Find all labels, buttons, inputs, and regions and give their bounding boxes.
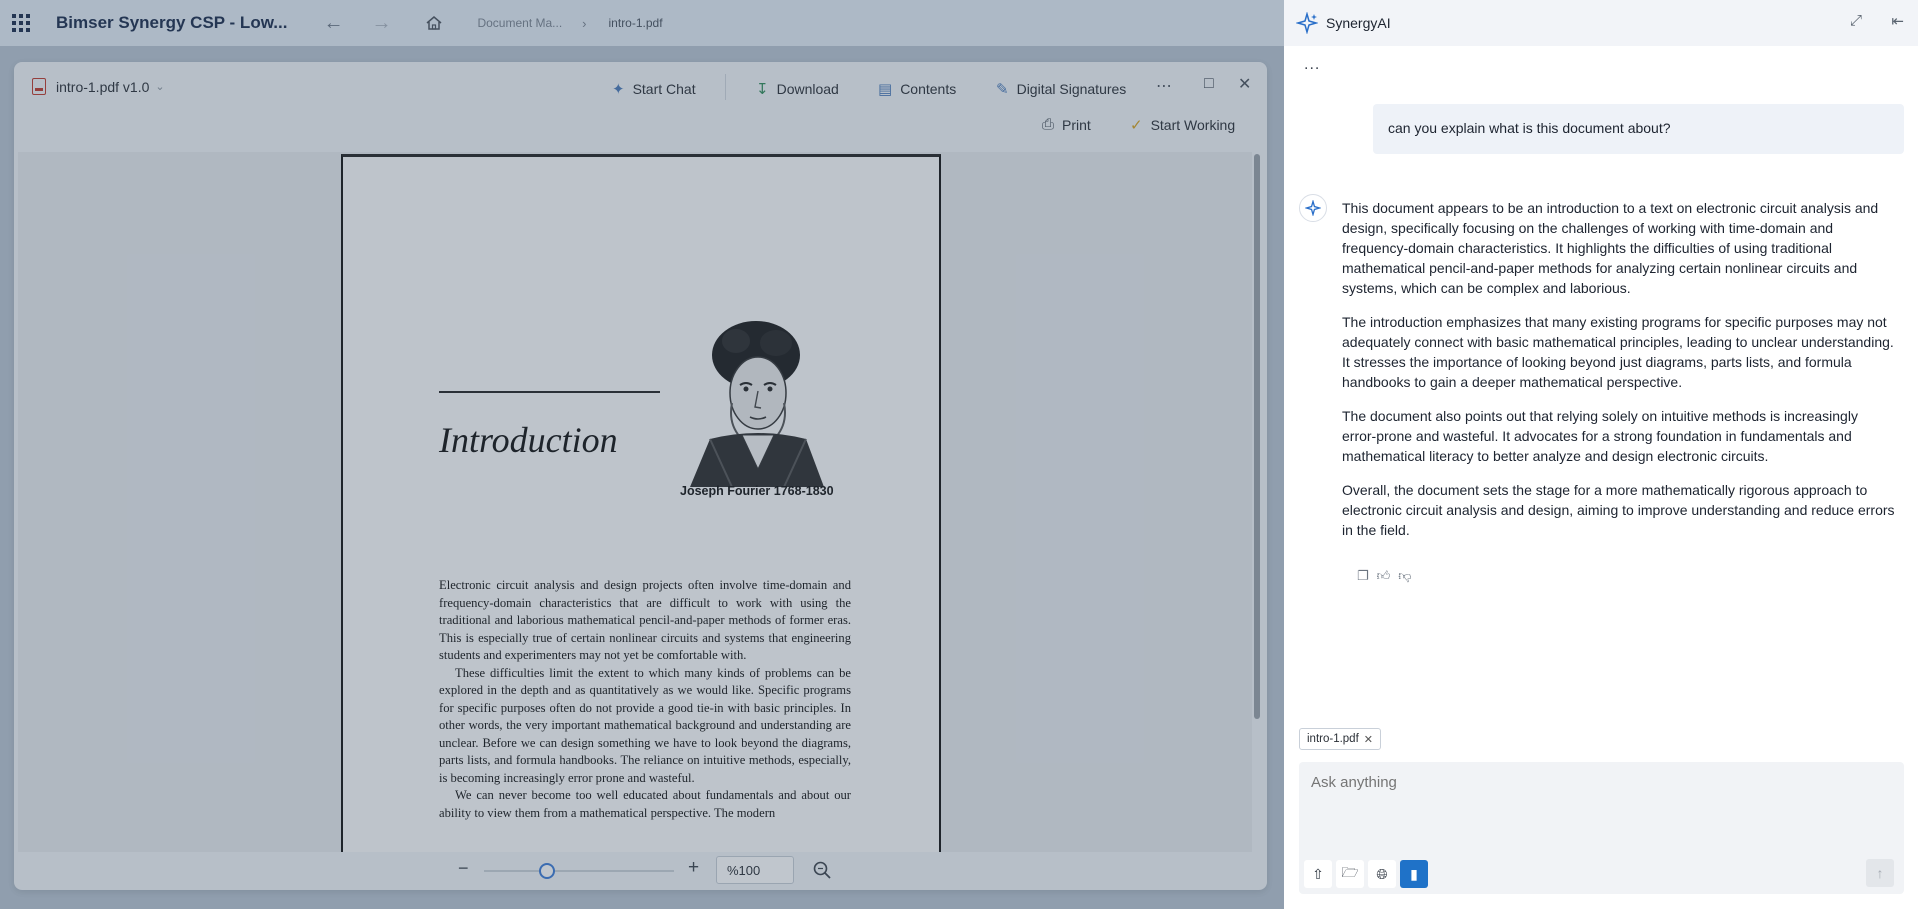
start-chat-button[interactable]: ✦ Start Chat [612,80,696,98]
app-header: Bimser Synergy CSP - Low... ← → Document… [0,0,1284,46]
pdf-page: Introduction Joseph Fourier 1768-1830 El… [341,154,941,852]
zoom-bar: − + %100 [14,852,1267,890]
print-icon: ⎙ [1042,116,1055,133]
more-icon[interactable]: ⋯ [1156,76,1173,96]
page-heading: Introduction [439,420,618,460]
print-button[interactable]: ⎙ Print [1042,116,1091,133]
ai-response-paragraph: Overall, the document sets the stage for… [1342,482,1895,538]
chevron-down-icon: ⌄ [155,81,165,93]
remove-file-icon[interactable]: ✕ [1364,733,1373,746]
viewer-toolbar: intro-1.pdf v1.0 ⌄ ✦ Start Chat ↧ Downlo… [14,62,1267,152]
back-arrow-icon[interactable]: ← [323,12,343,35]
folder-icon[interactable]: 🗁︎ [1336,860,1364,888]
chat-input[interactable] [1311,774,1881,791]
home-icon[interactable] [425,14,443,32]
composer-tools: ⇧ 🗁︎ 🌐︎ ▮ [1304,860,1428,888]
file-version-label: intro-1.pdf v1.0 [56,78,150,95]
maximize-icon[interactable]: □ [1204,75,1214,93]
digital-signatures-button[interactable]: ✎ Digital Signatures [996,80,1126,98]
zoom-slider[interactable] [484,870,674,872]
ai-response-paragraph: The introduction emphasizes that many ex… [1342,314,1894,390]
app-title[interactable]: Bimser Synergy CSP - Low... [56,13,287,33]
user-message: can you explain what is this document ab… [1373,104,1904,154]
search-icon[interactable] [811,859,833,881]
page-paragraph: We can never become too well educated ab… [439,788,851,820]
document-canvas[interactable]: Introduction Joseph Fourier 1768-1830 El… [18,152,1252,852]
start-working-button[interactable]: ✓ Start Working [1130,116,1235,134]
download-button[interactable]: ↧ Download [756,80,839,98]
contents-label: Contents [900,81,957,97]
ai-response-paragraph: The document also points out that relyin… [1342,408,1858,464]
vertical-scrollbar[interactable] [1254,154,1260,719]
chevron-right-icon: › [582,15,587,31]
expand-icon[interactable]: ⤢ [1850,12,1862,29]
digital-signatures-label: Digital Signatures [1016,81,1127,97]
copy-icon[interactable]: ❐ [1357,568,1369,584]
breadcrumb-current: intro-1.pdf [608,16,663,30]
thumbs-up-icon[interactable]: 👍︎ [1377,568,1391,584]
zoom-slider-thumb[interactable] [538,863,555,879]
close-icon[interactable]: ✕ [1238,74,1251,94]
start-working-label: Start Working [1150,117,1236,133]
more-icon[interactable]: ... [1304,56,1320,74]
document-viewer: intro-1.pdf v1.0 ⌄ ✦ Start Chat ↧ Downlo… [14,62,1267,890]
zoom-out-icon[interactable]: − [458,858,469,879]
chat-composer: ⇧ 🗁︎ 🌐︎ ▮ ↑ [1299,762,1904,894]
sparkle-icon: ✦ [612,81,625,98]
sparkle-icon [1305,200,1321,216]
attached-file-chip[interactable]: intro-1.pdf ✕ [1299,728,1381,750]
start-chat-label: Start Chat [632,81,696,97]
ai-response: This document appears to be an introduct… [1342,198,1896,554]
start-working-icon: ✓ [1130,117,1143,134]
download-label: Download [776,81,839,97]
page-paragraph: These difficulties limit the extent to w… [439,665,851,785]
synergy-ai-panel: SynergyAI ⤢ ⇤ ... can you explain what i… [1284,0,1918,909]
print-label: Print [1062,116,1091,133]
page-body-text: Electronic circuit analysis and design p… [439,577,851,822]
upload-icon[interactable]: ⇧ [1304,860,1332,888]
ai-panel-header: SynergyAI ⤢ ⇤ [1284,0,1918,46]
contents-icon: ▤ [878,81,893,98]
portrait-caption: Joseph Fourier 1768-1830 [680,484,834,498]
ai-response-paragraph: This document appears to be an introduct… [1342,200,1879,296]
zoom-in-icon[interactable]: + [688,857,699,879]
send-icon[interactable]: ↑ [1866,859,1894,887]
heading-rule [439,391,660,393]
globe-icon[interactable]: 🌐︎ [1368,860,1396,888]
document-icon[interactable]: ▮ [1400,860,1428,888]
forward-arrow-icon[interactable]: → [371,12,391,35]
response-actions: ❐ 👍︎ 👎︎ [1357,568,1411,584]
download-icon: ↧ [756,81,769,98]
portrait-image [690,321,824,487]
ai-avatar [1299,194,1327,222]
contents-button[interactable]: ▤ Contents [878,80,956,98]
thumbs-down-icon[interactable]: 👎︎ [1398,568,1411,584]
pin-icon[interactable]: ⇤ [1891,12,1904,30]
zoom-level-input[interactable]: %100 [716,856,794,884]
signature-icon: ✎ [996,81,1009,98]
pdf-file-icon [32,78,46,95]
attached-file-name: intro-1.pdf [1307,733,1359,745]
sparkle-icon [1296,12,1318,34]
ai-panel-title: SynergyAI [1326,15,1391,31]
toolbar-divider [725,74,726,100]
apps-grid-icon[interactable] [12,14,30,32]
file-version-selector[interactable]: intro-1.pdf v1.0 ⌄ [32,78,165,95]
breadcrumb-item[interactable]: Document Ma... [477,16,562,30]
page-paragraph: Electronic circuit analysis and design p… [439,578,851,662]
